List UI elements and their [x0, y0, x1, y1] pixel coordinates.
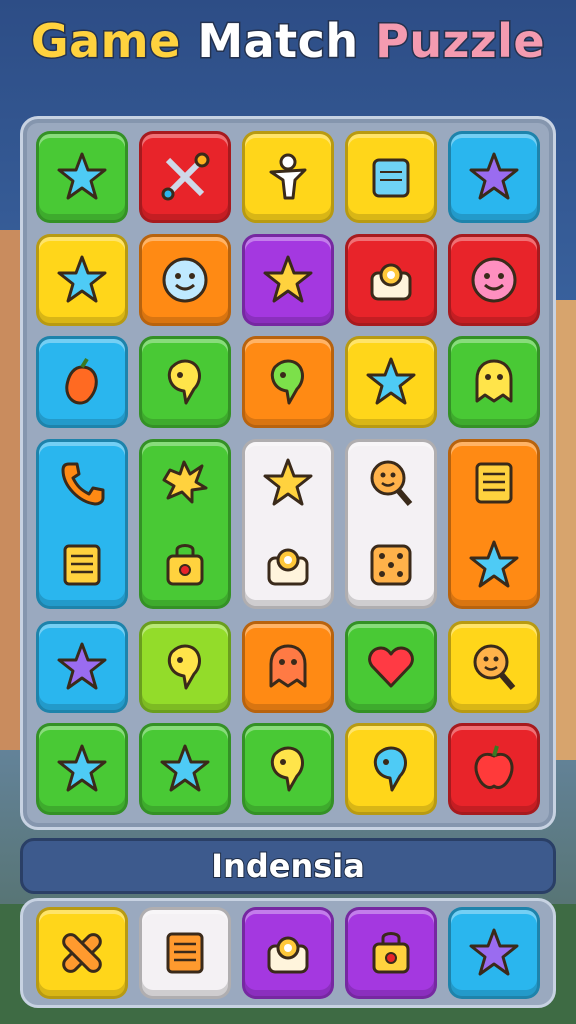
balloon-icon [364, 742, 418, 796]
star-icon [467, 538, 521, 592]
board-tile-r3-c4[interactable] [345, 336, 437, 428]
magnifier-face-icon [467, 640, 521, 694]
title-word-puzzle: Puzzle [374, 13, 546, 70]
board-tile-r6-c1[interactable] [36, 723, 128, 815]
level-label-bar: Indensia [20, 838, 556, 894]
tray-tile-2[interactable] [139, 907, 231, 999]
balloon-icon [261, 355, 315, 409]
board-tile-r6-c5[interactable] [448, 723, 540, 815]
board-tile-r3-c1[interactable] [36, 336, 128, 428]
board-tile-r4-c5[interactable] [448, 439, 540, 609]
crossed-bread-icon [55, 926, 109, 980]
gadget-icon [364, 253, 418, 307]
tray-tile-3[interactable] [242, 907, 334, 999]
note-icon [55, 538, 109, 592]
board-tile-r2-c3[interactable] [242, 234, 334, 326]
bag-icon [364, 926, 418, 980]
board-tile-r1-c1[interactable] [36, 131, 128, 223]
board-tile-r4-c4[interactable] [345, 439, 437, 609]
title-word-match: Match [196, 13, 360, 70]
board-tile-r6-c2[interactable] [139, 723, 231, 815]
title-word-game: Game [29, 13, 181, 70]
board-tile-r6-c4[interactable] [345, 723, 437, 815]
board-tile-r5-c1[interactable] [36, 621, 128, 713]
level-label: Indensia [210, 846, 366, 886]
star-icon [55, 742, 109, 796]
board-tile-r1-c2[interactable] [139, 131, 231, 223]
board-tile-r1-c3[interactable] [242, 131, 334, 223]
board-tile-r3-c3[interactable] [242, 336, 334, 428]
figure-icon [261, 150, 315, 204]
board-tile-r2-c5[interactable] [448, 234, 540, 326]
phone-icon [55, 456, 109, 510]
tray-tile-5[interactable] [448, 907, 540, 999]
board-tile-r5-c2[interactable] [139, 621, 231, 713]
star-icon [55, 640, 109, 694]
smiley-face-icon [467, 253, 521, 307]
star-icon [55, 150, 109, 204]
ghost-icon [467, 355, 521, 409]
board-tile-r6-c3[interactable] [242, 723, 334, 815]
game-board [20, 116, 556, 830]
dice-icon [364, 538, 418, 592]
note-icon [467, 456, 521, 510]
magnifier-face-icon [364, 456, 418, 510]
balloon-icon [261, 742, 315, 796]
notebook-icon [364, 150, 418, 204]
board-tile-r5-c4[interactable] [345, 621, 437, 713]
star-icon [364, 355, 418, 409]
bag-icon [158, 538, 212, 592]
fruit-icon [55, 355, 109, 409]
gadget-icon [261, 926, 315, 980]
ghost-icon [261, 640, 315, 694]
apple-icon [467, 742, 521, 796]
board-tile-r3-c2[interactable] [139, 336, 231, 428]
note-icon [158, 926, 212, 980]
heart-icon [364, 640, 418, 694]
board-tile-r3-c5[interactable] [448, 336, 540, 428]
balloon-icon [158, 355, 212, 409]
tray-tile-1[interactable] [36, 907, 128, 999]
smiley-face-icon [158, 253, 212, 307]
board-tile-r4-c2[interactable] [139, 439, 231, 609]
board-tile-r2-c1[interactable] [36, 234, 128, 326]
tray-tile-4[interactable] [345, 907, 437, 999]
balloon-icon [158, 640, 212, 694]
tile-tray [20, 898, 556, 1008]
star-icon [261, 456, 315, 510]
board-tile-r1-c5[interactable] [448, 131, 540, 223]
star-icon [261, 253, 315, 307]
board-tile-r2-c4[interactable] [345, 234, 437, 326]
star-icon [467, 150, 521, 204]
star-icon [55, 253, 109, 307]
board-tile-r5-c3[interactable] [242, 621, 334, 713]
board-tile-r4-c1[interactable] [36, 439, 128, 609]
game-title: Game Match Puzzle [0, 13, 576, 70]
board-tile-r1-c4[interactable] [345, 131, 437, 223]
splat-icon [158, 456, 212, 510]
board-tile-r2-c2[interactable] [139, 234, 231, 326]
crossed-tools-icon [158, 150, 212, 204]
star-icon [467, 926, 521, 980]
gadget-icon [261, 538, 315, 592]
board-tile-r5-c5[interactable] [448, 621, 540, 713]
board-tile-r4-c3[interactable] [242, 439, 334, 609]
star-icon [158, 742, 212, 796]
